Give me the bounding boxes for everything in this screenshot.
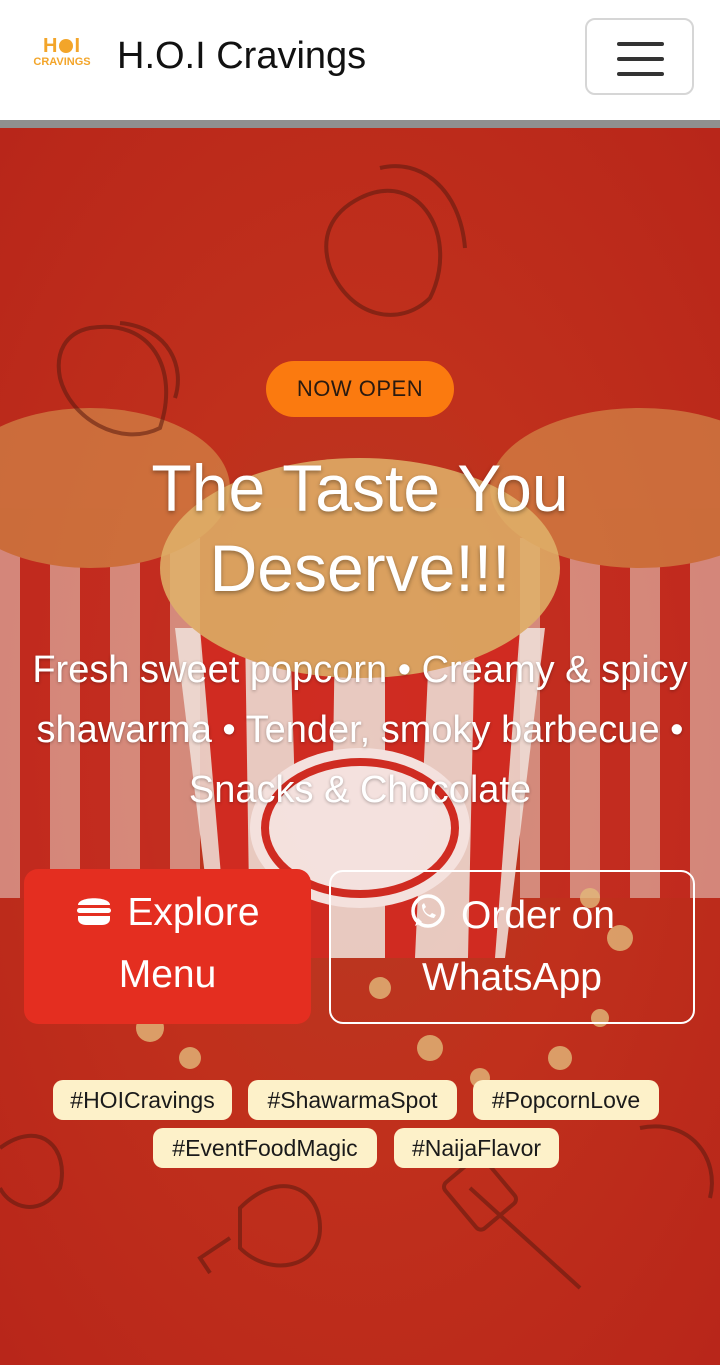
navbar: HI CRAVINGS H.O.I Cravings [0,0,720,120]
hashtag-chip[interactable]: #ShawarmaSpot [248,1080,457,1120]
explore-menu-button[interactable]: Explore Menu [24,869,311,1024]
brand-logo[interactable]: HI CRAVINGS [33,36,91,76]
hero-subtitle: Fresh sweet popcorn • Creamy & spicy sha… [32,649,688,811]
whatsapp-icon [409,888,447,948]
order-whatsapp-button[interactable]: Order on WhatsApp [329,870,695,1024]
burger-icon [75,885,113,945]
now-open-badge: NOW OPEN [266,361,454,417]
menu-toggle-button[interactable] [585,18,694,95]
navbar-divider [0,120,720,128]
hashtag-chip[interactable]: #NaijaFlavor [394,1128,559,1168]
hero-headline: The Taste You Deserve!!! [151,451,569,605]
logo-burger-icon [59,39,74,53]
hashtag-chip[interactable]: #EventFoodMagic [153,1128,377,1168]
explore-menu-label: Explore Menu [118,891,260,996]
hashtag-chip[interactable]: #HOICravings [53,1080,232,1120]
hero-section: NOW OPEN The Taste You Deserve!!! Fresh … [0,128,720,1365]
order-whatsapp-label: Order on WhatsApp [422,894,615,999]
hashtag-chip[interactable]: #PopcornLove [473,1080,659,1120]
brand-name[interactable]: H.O.I Cravings [117,34,366,78]
